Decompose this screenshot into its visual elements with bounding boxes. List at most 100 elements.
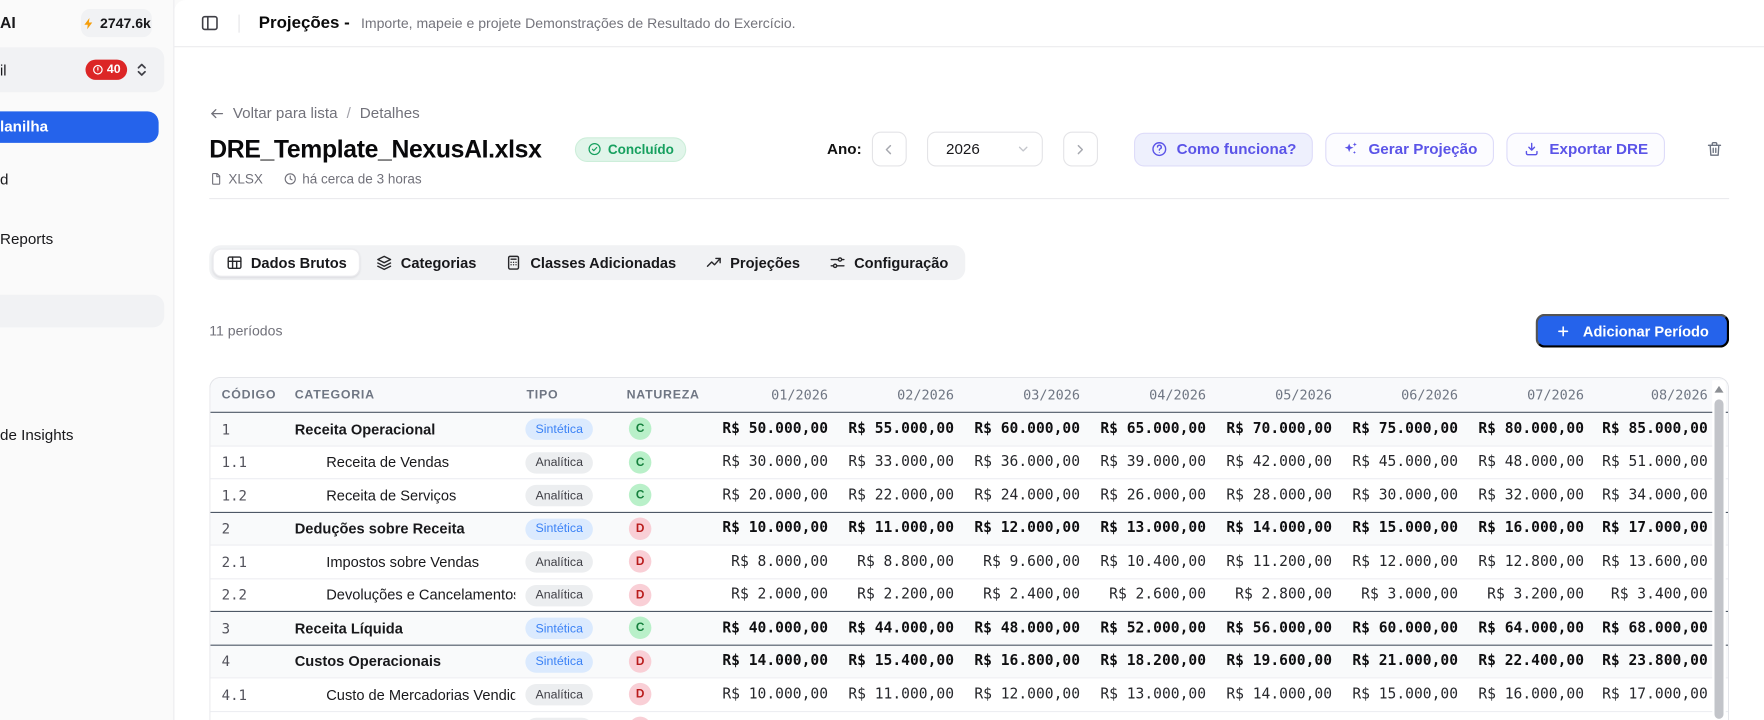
dre-table: CÓDIGO CATEGORIA TIPO NATUREZA 01/2026 02… bbox=[209, 376, 1730, 720]
sidebar-toggle-button[interactable] bbox=[200, 14, 219, 33]
tab-configuracao[interactable]: Configuração bbox=[816, 249, 962, 277]
row-value: R$ 8.800,00 bbox=[857, 553, 954, 571]
row-value: R$ 68.000,00 bbox=[1602, 619, 1708, 637]
table-row[interactable]: 4.1 Custo de Mercadorias Vendidas Analític… bbox=[210, 677, 1728, 711]
column-header-categoria: CATEGORIA bbox=[294, 388, 375, 402]
row-code: 4.1 bbox=[221, 685, 248, 703]
sidebar-item-reports[interactable]: Reports bbox=[0, 231, 53, 248]
credits-badge[interactable]: 2747.6k bbox=[81, 9, 152, 38]
column-header-codigo: CÓDIGO bbox=[221, 388, 277, 402]
scrollbar-up-arrow-icon[interactable] bbox=[1714, 385, 1724, 393]
tab-classes-adicionadas[interactable]: Classes Adicionadas bbox=[492, 249, 690, 277]
divider bbox=[238, 14, 240, 33]
row-type: Sintética bbox=[515, 518, 615, 540]
type-badge: Sintética bbox=[525, 617, 594, 639]
nature-badge: D bbox=[628, 583, 652, 607]
row-nature: D bbox=[615, 517, 711, 540]
year-label: Ano: bbox=[827, 140, 862, 158]
row-value: R$ 51.000,00 bbox=[1602, 453, 1708, 471]
tab-dados-brutos[interactable]: Dados Brutos bbox=[212, 248, 361, 277]
content: Voltar para lista / Detalhes DRE_Templat… bbox=[174, 105, 1764, 720]
clock-icon bbox=[284, 173, 296, 185]
previous-year-button[interactable] bbox=[871, 131, 907, 167]
row-category: Receita de Serviços bbox=[326, 486, 457, 504]
type-badge: Sintética bbox=[525, 650, 594, 673]
row-value: R$ 10.400,00 bbox=[1100, 553, 1206, 571]
how-it-works-button[interactable]: Como funciona? bbox=[1133, 132, 1314, 166]
type-badge: Sintética bbox=[525, 518, 594, 540]
page-section-subtitle: Importe, mapeie e projete Demonstrações … bbox=[360, 15, 796, 31]
year-select[interactable]: 2026 bbox=[926, 131, 1043, 167]
sidebar-item-highlighted[interactable] bbox=[0, 294, 165, 328]
sidebar-item-planilha[interactable]: Planilha bbox=[0, 111, 159, 143]
arrow-left-icon bbox=[211, 108, 224, 118]
table-body: 1 Receita Operacional Sintética C R$ 50.000,… bbox=[210, 411, 1728, 720]
row-category: Deduções sobre Receita bbox=[294, 520, 465, 537]
row-category: Receita Líquida bbox=[294, 619, 403, 637]
row-value: R$ 48.000,00 bbox=[1478, 453, 1584, 471]
row-value: R$ 30.000,00 bbox=[722, 453, 828, 471]
row-value: R$ 30.000,00 bbox=[1352, 486, 1458, 504]
next-year-button[interactable] bbox=[1063, 131, 1098, 167]
export-dre-button[interactable]: Exportar DRE bbox=[1506, 132, 1665, 166]
row-value: R$ 33.000,00 bbox=[848, 453, 954, 471]
table-scrollbar[interactable] bbox=[1712, 380, 1726, 720]
row-value: R$ 23.800,00 bbox=[1602, 652, 1708, 670]
row-code: 1.2 bbox=[221, 486, 248, 504]
table-row[interactable]: 1.2 Receita de Serviços Analítica C R$ 20.00… bbox=[210, 478, 1728, 512]
row-value: R$ 42.000,00 bbox=[1226, 453, 1332, 471]
row-value: R$ 85.000,00 bbox=[1602, 420, 1708, 438]
tab-categorias[interactable]: Categorias bbox=[363, 249, 490, 277]
row-code: 2 bbox=[221, 520, 231, 537]
row-value: R$ 2.200,00 bbox=[857, 586, 954, 604]
row-value: R$ 60.000,00 bbox=[1352, 619, 1458, 637]
row-value: R$ 2.400,00 bbox=[983, 586, 1080, 604]
generate-projection-button[interactable]: Gerar Projeção bbox=[1325, 132, 1495, 166]
table-row[interactable]: 1.1 Receita de Vendas Analítica C R$ 30.000,… bbox=[210, 444, 1728, 479]
nature-badge: D bbox=[628, 517, 652, 540]
back-to-list-link[interactable]: Voltar para lista bbox=[209, 105, 338, 122]
nature-badge: D bbox=[628, 649, 652, 673]
table-row[interactable]: 2 Deduções sobre Receita Sintética D R$ 10.0… bbox=[210, 511, 1728, 545]
month-column-header: 04/2026 bbox=[1149, 387, 1206, 403]
scrollbar-thumb[interactable] bbox=[1714, 399, 1724, 719]
month-column-header: 05/2026 bbox=[1275, 387, 1332, 403]
row-code: 1 bbox=[221, 420, 231, 438]
row-value: R$ 17.000,00 bbox=[1602, 685, 1708, 703]
row-type: Sintética bbox=[515, 617, 615, 639]
row-value: R$ 11.000,00 bbox=[848, 685, 954, 703]
row-value: R$ 11.000,00 bbox=[848, 520, 954, 537]
row-value: R$ 12.000,00 bbox=[974, 685, 1080, 703]
workspace-selector[interactable]: il 40 bbox=[0, 47, 165, 93]
table-row[interactable]: 1 Receita Operacional Sintética C R$ 50.000,… bbox=[210, 411, 1728, 445]
sidebar-item-fragment-d[interactable]: d bbox=[0, 171, 8, 188]
row-value: R$ 3.000,00 bbox=[1361, 586, 1458, 604]
logo-text-fragment: AI bbox=[0, 13, 16, 32]
file-meta: XLSX há cerca de 3 horas bbox=[209, 171, 1729, 187]
delete-button[interactable] bbox=[1706, 140, 1724, 159]
tab-bar: Dados Brutos Categorias Classes Adiciona… bbox=[209, 245, 966, 281]
file-type: XLSX bbox=[209, 171, 263, 187]
table-row[interactable]: 4.2Custo de Serviços PrestadosAnalíticaD… bbox=[210, 710, 1728, 720]
table-row[interactable]: 4 Custos Operacionais Sintética D R$ 14.000,… bbox=[210, 644, 1728, 678]
add-period-button[interactable]: Adicionar Período bbox=[1535, 313, 1730, 348]
row-type: Analítica bbox=[515, 584, 615, 606]
period-row: 11 períodos Adicionar Período bbox=[209, 313, 1730, 348]
row-value: R$ 40.000,00 bbox=[722, 619, 828, 637]
breadcrumb-separator: / bbox=[346, 104, 351, 122]
nature-badge: D bbox=[628, 683, 652, 706]
row-nature: C bbox=[615, 616, 711, 640]
row-category: Custo de Mercadorias Vendidas bbox=[326, 685, 516, 703]
row-value: R$ 3.200,00 bbox=[1487, 586, 1584, 604]
month-column-header: 03/2026 bbox=[1023, 387, 1080, 403]
trending-up-icon bbox=[705, 254, 722, 271]
layers-icon bbox=[376, 254, 393, 271]
table-row[interactable]: 3 Receita Líquida Sintética C R$ 40.000,00 R$… bbox=[210, 610, 1728, 645]
sidebar-item-insights[interactable]: de Insights bbox=[0, 426, 73, 443]
row-value: R$ 12.000,00 bbox=[1352, 553, 1458, 571]
table-row[interactable]: 2.2 Devoluções e Cancelamentos Analítica D R… bbox=[210, 577, 1728, 611]
tab-projecoes[interactable]: Projeções bbox=[692, 249, 814, 277]
table-row[interactable]: 2.1 Impostos sobre Vendas Analítica D R$ 8.0… bbox=[210, 544, 1728, 578]
row-value: R$ 2.600,00 bbox=[1109, 586, 1206, 604]
column-header-tipo: TIPO bbox=[526, 388, 559, 402]
